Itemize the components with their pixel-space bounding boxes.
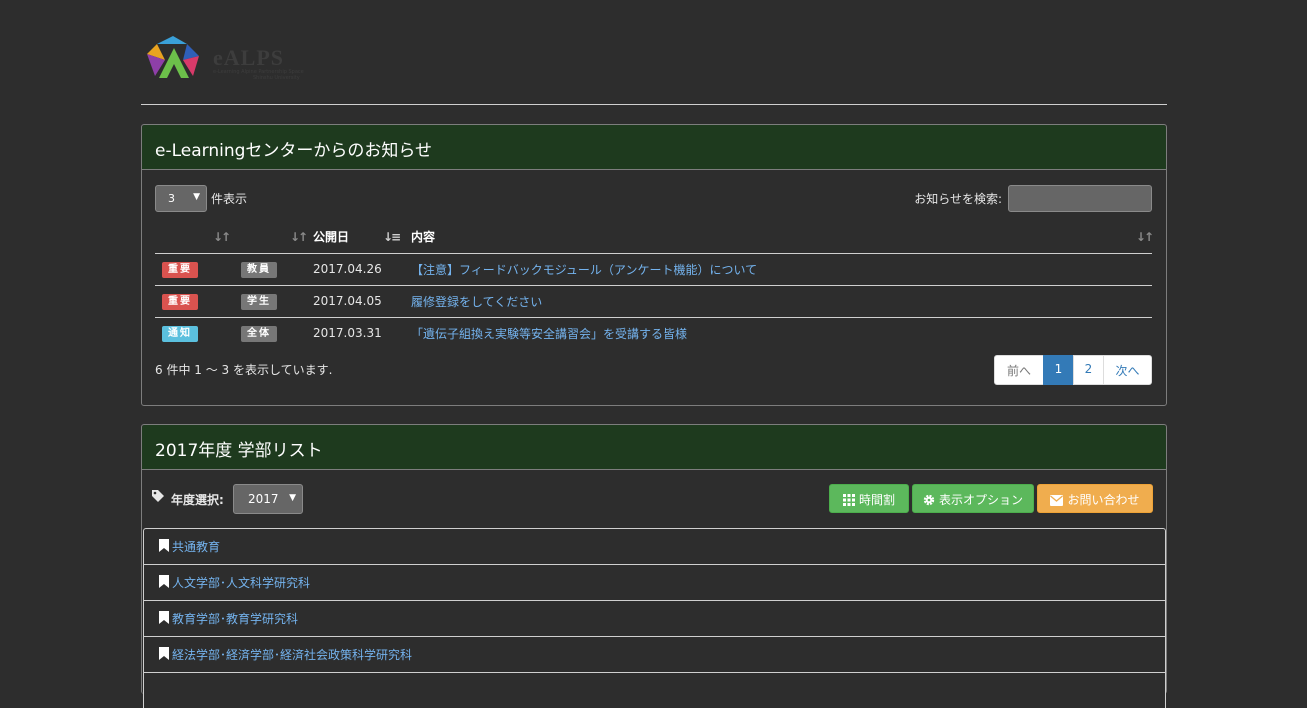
year-select-label: 年度選択: <box>171 493 224 507</box>
list-item[interactable]: 経法学部･経済学部･経済社会政策科学研究科 <box>143 636 1166 672</box>
column-header-target[interactable]: ↓↑ <box>234 221 313 254</box>
logo-subtitle-2: Shinshu University <box>253 75 300 81</box>
date-cell: 2017.04.05 <box>313 284 411 317</box>
target-badge: 教員 <box>241 261 277 278</box>
news-panel-title: e-Learningセンターからのお知らせ <box>142 125 1166 170</box>
importance-badge: 通知 <box>162 325 198 342</box>
faculty-link[interactable]: 経法学部･経済学部･経済社会政策科学研究科 <box>172 648 412 662</box>
news-link[interactable]: 「遺伝子組換え実験等安全講習会」を受講する皆様 <box>411 327 687 341</box>
pagination: 前へ 1 2 次へ <box>994 355 1152 385</box>
news-link[interactable]: 履修登録をしてください <box>411 295 542 309</box>
bookmark-icon <box>159 611 169 624</box>
news-panel: e-Learningセンターからのお知らせ 3 ▼ 件表示 お知らせを検索: ↓… <box>141 124 1167 406</box>
chevron-down-icon: ▼ <box>289 493 296 503</box>
table-row: 重要 教員 2017.04.26 【注意】フィードバックモジュール（アンケート機… <box>155 253 1152 285</box>
table-row: 通知 全体 2017.03.31 「遺伝子組換え実験等安全講習会」を受講する皆様 <box>155 316 1152 349</box>
target-badge: 学生 <box>241 293 277 310</box>
column-header-importance[interactable]: ↓↑ <box>155 221 234 254</box>
list-item[interactable]: 人文学部･人文科学研究科 <box>143 564 1166 600</box>
contact-button[interactable]: お問い合わせ <box>1037 484 1153 513</box>
importance-badge: 重要 <box>162 261 198 278</box>
year-select-value: 2017 <box>248 492 279 506</box>
page-length-value: 3 <box>168 192 175 205</box>
news-search-input[interactable] <box>1008 185 1152 212</box>
table-info-text: 6 件中 1 〜 3 を表示しています. <box>155 363 333 377</box>
bookmark-icon <box>159 647 169 660</box>
gear-icon <box>923 494 935 506</box>
page-length-label: 件表示 <box>211 192 248 206</box>
table-row: 重要 学生 2017.04.05 履修登録をしてください <box>155 284 1152 317</box>
logo-mark-icon <box>147 36 199 78</box>
target-badge: 全体 <box>241 325 277 342</box>
date-cell: 2017.04.26 <box>313 262 382 276</box>
sort-desc-icon: ↓≡ <box>383 230 401 244</box>
faculty-link[interactable]: 共通教育 <box>172 540 220 554</box>
news-table: ↓↑ ↓↑ 公開日 ↓≡ 内容 ↓↑ 重要 教員 2017.04.26 【注意】… <box>155 221 1154 349</box>
tag-icon <box>152 490 164 502</box>
pagination-page-2[interactable]: 2 <box>1073 355 1104 385</box>
faculty-link[interactable]: 人文学部･人文科学研究科 <box>172 576 310 590</box>
column-header-content[interactable]: 内容 ↓↑ <box>411 221 1154 254</box>
chevron-down-icon: ▼ <box>193 192 200 202</box>
year-select[interactable]: 2017 ▼ <box>233 484 303 514</box>
site-logo[interactable]: eALPS e-Learning Alpine Partnership Spac… <box>143 34 318 90</box>
pagination-page-1[interactable]: 1 <box>1043 355 1074 385</box>
pagination-next-button[interactable]: 次へ <box>1103 355 1152 385</box>
faculty-link[interactable]: 教育学部･教育学研究科 <box>172 612 298 626</box>
envelope-icon <box>1050 495 1064 506</box>
list-item[interactable]: 共通教育 <box>143 528 1166 564</box>
logo-text: eALPS <box>213 45 284 70</box>
importance-badge: 重要 <box>162 293 198 310</box>
date-cell: 2017.03.31 <box>313 316 411 349</box>
sort-icon: ↓↑ <box>213 230 231 244</box>
list-item[interactable]: 教育学部･教育学研究科 <box>143 600 1166 636</box>
grid-icon <box>842 494 855 506</box>
display-options-button[interactable]: 表示オプション <box>912 484 1034 513</box>
sort-icon: ↓↑ <box>1135 230 1154 244</box>
column-header-date[interactable]: 公開日 ↓≡ <box>313 221 411 254</box>
bookmark-icon <box>159 539 169 552</box>
header-divider <box>141 104 1167 105</box>
faculty-panel-title: 2017年度 学部リスト <box>142 425 1166 470</box>
list-item[interactable] <box>143 672 1166 708</box>
sort-icon: ↓↑ <box>290 230 308 244</box>
faculty-list: 共通教育 人文学部･人文科学研究科 教育学部･教育学研究科 経法学部･経済学部･… <box>143 528 1166 708</box>
faculty-panel: 2017年度 学部リスト 年度選択: 2017 ▼ 時間割 表示オプション お問… <box>141 424 1167 708</box>
timetable-button[interactable]: 時間割 <box>829 484 909 513</box>
news-link[interactable]: 【注意】フィードバックモジュール（アンケート機能）について <box>411 263 757 277</box>
pagination-prev-button[interactable]: 前へ <box>994 355 1044 385</box>
page-length-select[interactable]: 3 ▼ <box>155 185 207 212</box>
bookmark-icon <box>159 575 169 588</box>
news-search-label: お知らせを検索: <box>914 192 1002 206</box>
